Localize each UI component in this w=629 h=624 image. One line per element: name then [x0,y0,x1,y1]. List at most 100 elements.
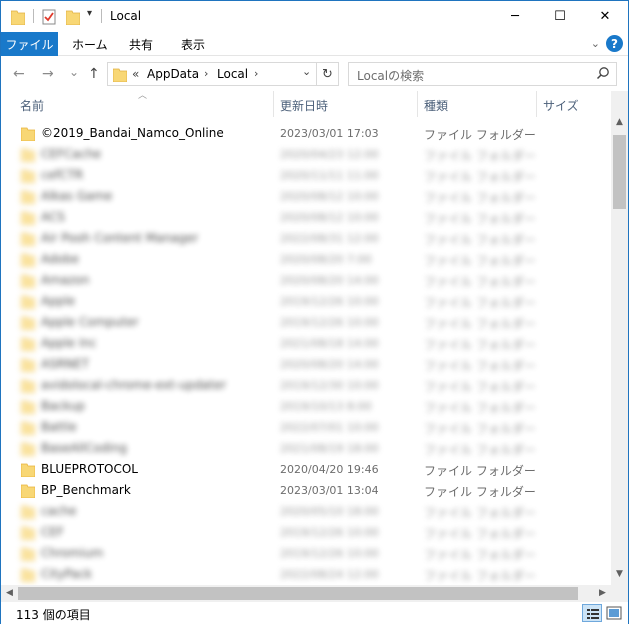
search-icon[interactable] [596,66,610,80]
search-box[interactable]: Localの検索 [348,62,617,86]
scroll-up-icon[interactable]: ▲ [611,117,628,127]
file-type: ファイル フォルダー [424,401,536,415]
file-date-modified: 2020/04/20 19:46 [280,463,379,476]
column-date-modified[interactable]: 更新日時 [280,97,328,114]
forward-button[interactable]: → [42,66,54,82]
horizontal-scrollbar[interactable]: ◀ ▶ [1,585,611,602]
list-item[interactable]: cache 2020/05/10 18:00 ファイル フォルダー [1,501,611,522]
customize-toolbar-icon[interactable]: ▾ [87,8,92,19]
file-type: ファイル フォルダー [424,506,536,520]
ribbon-tabs: ファイル ホーム 共有 表示 ⌄ ? [1,32,628,56]
scroll-left-icon[interactable]: ◀ [1,588,18,598]
recent-locations-button[interactable]: ⌄ [69,65,79,79]
new-folder-icon[interactable] [66,8,80,25]
list-item[interactable]: Battle 2022/07/01 10:00 ファイル フォルダー [1,417,611,438]
large-icons-view-icon[interactable] [604,604,624,622]
refresh-button[interactable]: ↻ [317,62,339,86]
file-name: ASRNET [41,357,90,371]
file-name: CEFCache [41,147,102,161]
file-name: cache [41,504,77,518]
list-item[interactable]: BaseAllCoding 2021/08/19 18:00 ファイル フォルダー [1,438,611,459]
horizontal-scroll-thumb[interactable] [18,587,578,600]
chevron-right-icon[interactable]: › [254,67,258,80]
list-item[interactable]: Apple Inc 2021/08/18 14:00 ファイル フォルダー [1,333,611,354]
tab-file[interactable]: ファイル [1,32,58,56]
sort-ascending-icon: ︿ [138,91,148,101]
folder-icon [21,400,35,414]
file-name: Adobe [41,252,79,266]
tab-view[interactable]: 表示 [181,32,205,56]
column-size[interactable]: サイズ [543,97,579,114]
properties-icon[interactable] [42,8,56,25]
address-bar[interactable]: « AppData › Local › ⌄ [107,62,317,86]
list-item[interactable]: CEF 2019/12/26 10:00 ファイル フォルダー [1,522,611,543]
file-type: ファイル フォルダー [424,128,536,142]
breadcrumb-local[interactable]: Local [217,67,248,81]
breadcrumb-overflow[interactable]: « [132,67,139,81]
list-item[interactable]: ACS 2020/08/12 10:00 ファイル フォルダー [1,207,611,228]
list-item[interactable]: Alkas Game 2020/08/12 10:00 ファイル フォルダー [1,186,611,207]
column-type[interactable]: 種類 [424,97,448,114]
list-item[interactable]: Apple 2019/12/26 10:00 ファイル フォルダー [1,291,611,312]
file-type: ファイル フォルダー [424,485,536,499]
vertical-scroll-thumb[interactable] [613,135,626,209]
folder-icon [21,568,35,582]
back-button[interactable]: ← [13,66,25,82]
tab-share[interactable]: 共有 [129,32,153,56]
column-headers: ︿ 名前 更新日時 種類 サイズ [1,91,611,117]
folder-icon [21,526,35,540]
file-type: ファイル フォルダー [424,317,536,331]
file-name: Battle [41,420,77,434]
file-name: Apple [41,294,76,308]
expand-ribbon-icon[interactable]: ⌄ [591,37,600,50]
file-type: ファイル フォルダー [424,338,536,352]
folder-icon [21,316,35,330]
scroll-right-icon[interactable]: ▶ [594,588,611,598]
file-type: ファイル フォルダー [424,275,536,289]
chevron-down-icon[interactable]: ⌄ [302,65,311,78]
search-placeholder: Localの検索 [357,69,425,83]
close-button[interactable]: ✕ [582,1,628,32]
file-date-modified: 2020/11/11 11:00 [280,169,379,182]
chevron-right-icon[interactable]: › [204,67,208,80]
list-item[interactable]: ©2019_Bandai_Namco_Online 2023/03/01 17:0… [1,123,611,144]
folder-icon [21,190,35,204]
file-date-modified: 2019/12/30 10:00 [280,379,379,392]
list-item[interactable]: avidolocal-chrome-ext-updater 2019/12/30 … [1,375,611,396]
file-name: Chromium [41,546,104,560]
list-item[interactable]: BP_Benchmark 2023/03/01 13:04 ファイル フォルダー [1,480,611,501]
breadcrumb-appdata[interactable]: AppData [147,67,199,81]
title-bar[interactable]: ▾ Local ─ ☐ ✕ [1,1,628,32]
minimize-button[interactable]: ─ [492,1,538,32]
up-button[interactable]: ↑ [88,66,100,82]
list-item[interactable]: Adobe 2020/08/20 7:00 ファイル フォルダー [1,249,611,270]
vertical-scrollbar[interactable]: ▲ ▼ [611,91,628,585]
list-item[interactable]: Amazon 2020/08/20 14:00 ファイル フォルダー [1,270,611,291]
folder-icon [21,484,35,498]
folder-icon [21,211,35,225]
list-item[interactable]: ASRNET 2020/08/20 14:00 ファイル フォルダー [1,354,611,375]
list-item[interactable]: cefCTR 2020/11/11 11:00 ファイル フォルダー [1,165,611,186]
folder-icon [21,232,35,246]
details-view-icon[interactable] [582,604,602,622]
file-type: ファイル フォルダー [424,359,536,373]
list-item[interactable]: CityPack 2022/08/24 12:00 ファイル フォルダー [1,564,611,585]
file-date-modified: 2020/08/12 10:00 [280,211,379,224]
list-item[interactable]: CEFCache 2020/04/23 12:00 ファイル フォルダー [1,144,611,165]
list-item[interactable]: Chromium 2019/12/26 10:00 ファイル フォルダー [1,543,611,564]
file-type: ファイル フォルダー [424,569,536,583]
file-name: BP_Benchmark [41,483,131,497]
maximize-button[interactable]: ☐ [537,1,583,32]
help-button[interactable]: ? [606,35,623,52]
file-list: ©2019_Bandai_Namco_Online 2023/03/01 17:0… [1,123,611,585]
tab-home[interactable]: ホーム [72,32,108,56]
list-item[interactable]: Backup 2019/10/13 8:00 ファイル フォルダー [1,396,611,417]
list-item[interactable]: Apple Computer 2019/12/26 10:00 ファイル フォルダー [1,312,611,333]
column-name[interactable]: 名前 [20,97,44,114]
scroll-down-icon[interactable]: ▼ [611,569,628,579]
list-item[interactable]: BLUEPROTOCOL 2020/04/20 19:46 ファイル フォルダー [1,459,611,480]
file-type: ファイル フォルダー [424,170,536,184]
file-date-modified: 2021/08/19 18:00 [280,442,379,455]
file-name: Apple Computer [41,315,139,329]
list-item[interactable]: Air Pooh Content Manager 2022/08/31 12:00… [1,228,611,249]
